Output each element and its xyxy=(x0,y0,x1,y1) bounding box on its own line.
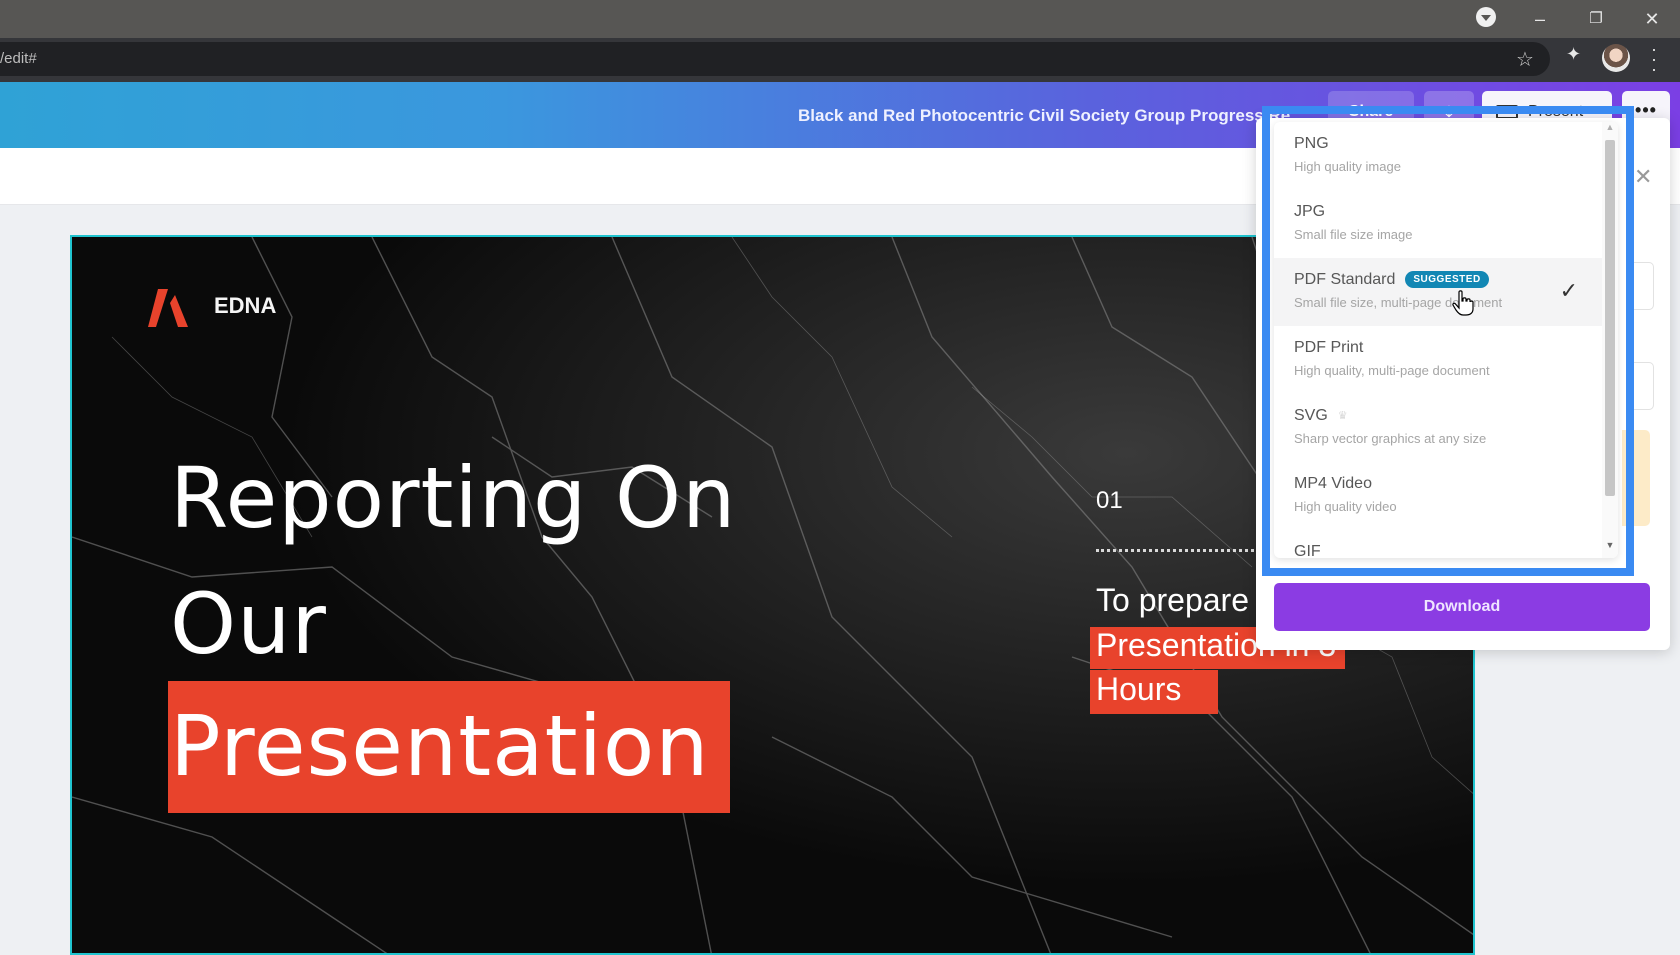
dotted-divider xyxy=(1096,549,1266,552)
url-text[interactable]: /edit# xyxy=(0,50,37,67)
slide-title-line-3[interactable]: Presentation xyxy=(170,697,710,795)
annotation-highlight-box xyxy=(1262,106,1634,576)
extensions-icon[interactable]: ✦ xyxy=(1566,44,1581,65)
subtitle-line-1[interactable]: To prepare a xyxy=(1096,582,1276,619)
close-icon[interactable]: ✕ xyxy=(1634,164,1652,190)
kebab-menu-icon[interactable]: · · · xyxy=(1648,40,1660,78)
media-control-icon[interactable] xyxy=(1476,7,1496,27)
edna-logo-icon xyxy=(148,289,188,327)
slide-title-line-1[interactable]: Reporting On xyxy=(170,449,736,547)
address-bar[interactable]: /edit# ☆ xyxy=(0,42,1550,76)
subtitle-line-3[interactable]: Hours xyxy=(1096,671,1181,708)
restore-button[interactable]: ❐ xyxy=(1576,4,1616,34)
minimize-button[interactable]: – xyxy=(1520,4,1560,34)
section-number[interactable]: 01 xyxy=(1096,487,1123,515)
download-button[interactable]: Download xyxy=(1274,583,1650,631)
browser-toolbar: /edit# ☆ ✦ · · · xyxy=(0,38,1680,82)
slide-title-line-2[interactable]: Our xyxy=(170,575,327,673)
document-title[interactable]: Black and Red Photocentric Civil Society… xyxy=(798,106,1304,126)
close-window-button[interactable]: ✕ xyxy=(1632,4,1672,34)
hand-cursor-icon xyxy=(1452,290,1474,316)
browser-title-bar: – ❐ ✕ xyxy=(0,0,1680,38)
profile-avatar[interactable] xyxy=(1602,44,1630,72)
brand-name: EDNA xyxy=(214,293,277,318)
star-icon[interactable]: ☆ xyxy=(1516,47,1534,72)
